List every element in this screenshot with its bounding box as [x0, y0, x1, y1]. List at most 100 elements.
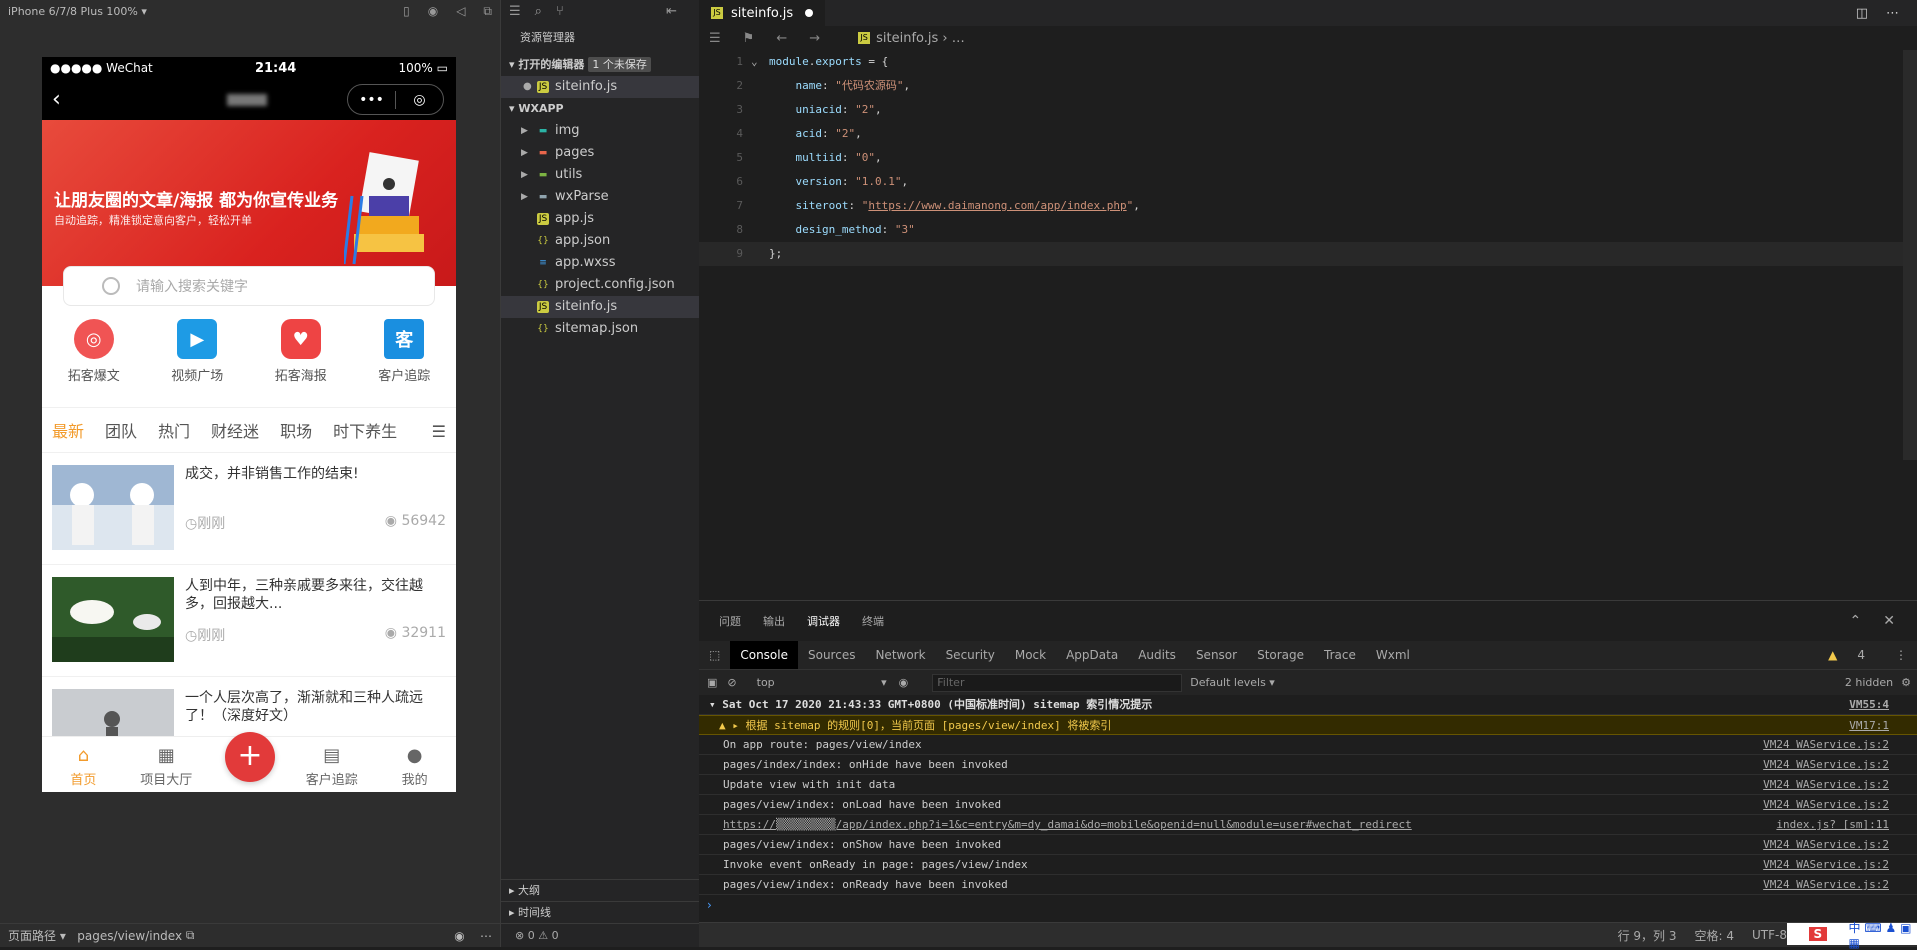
message-source-link[interactable]: VM24 WAService.js:2: [1763, 755, 1889, 775]
more-icon[interactable]: ⋮: [1885, 641, 1917, 669]
devtools-tab-sources[interactable]: Sources: [798, 641, 865, 669]
tabbar-mine[interactable]: ●我的: [373, 737, 456, 792]
devtools-tab-trace[interactable]: Trace: [1314, 641, 1366, 669]
devtools-tab-storage[interactable]: Storage: [1247, 641, 1314, 669]
file-tree-item[interactable]: ▶▬img: [501, 120, 699, 142]
message-source-link[interactable]: VM24 WAService.js:2: [1763, 795, 1889, 815]
editor-tab[interactable]: JS siteinfo.js: [699, 0, 825, 26]
file-tree-item[interactable]: JSapp.js: [501, 208, 699, 230]
message-text[interactable]: https://▒▒▒▒▒▒▒▒▒/app/index.php?i=1&c=en…: [723, 818, 1412, 831]
message-source-link[interactable]: VM24 WAService.js:2: [1763, 835, 1889, 855]
message-source-link[interactable]: VM24 WAService.js:2: [1763, 735, 1889, 755]
timeline-section[interactable]: ▸ 时间线: [501, 901, 700, 923]
more-icon[interactable]: ⋯: [480, 929, 492, 943]
gear-icon[interactable]: ⚙: [1901, 676, 1911, 689]
branch-icon[interactable]: ⑂: [556, 4, 564, 19]
list-item[interactable]: 成交，并非销售工作的结束! ◷刚刚 ◉ 56942: [42, 453, 456, 565]
outline-section[interactable]: ▸ 大纲: [501, 879, 700, 901]
code-line[interactable]: 1⌄module.exports = {: [699, 50, 1917, 74]
console-prompt[interactable]: ›: [699, 895, 1917, 915]
split-editor-icon[interactable]: ◫: [1856, 6, 1868, 21]
chevron-up-icon[interactable]: ⌃: [1850, 613, 1862, 629]
quick-entry-item[interactable]: 客客户追踪: [353, 319, 457, 384]
tab-hot[interactable]: 热门: [158, 418, 190, 442]
vertical-scrollbar[interactable]: [1903, 50, 1917, 460]
tab-problems[interactable]: 问题: [719, 613, 741, 629]
banner[interactable]: 让朋友圈的文章/海报 都为你宣传业务 自动追踪，精准锁定意向客户，轻松开单: [42, 120, 456, 286]
list-icon[interactable]: ☰: [509, 4, 521, 19]
tabbar-projects[interactable]: ▦项目大厅: [125, 737, 208, 792]
tabbar-customers[interactable]: ▤客户追踪: [290, 737, 373, 792]
tab-career[interactable]: 职场: [280, 418, 312, 442]
message-source-link[interactable]: VM24 WAService.js:2: [1763, 855, 1889, 875]
filter-input[interactable]: Filter: [932, 674, 1182, 692]
file-tree-item[interactable]: {}project.config.json: [501, 274, 699, 296]
tab-team[interactable]: 团队: [105, 418, 137, 442]
search-icon[interactable]: ⌕: [535, 4, 542, 19]
device-selector[interactable]: iPhone 6/7/8 Plus 100%: [8, 5, 138, 18]
file-tree-item[interactable]: ≡app.wxss: [501, 252, 699, 274]
arrow-right-icon[interactable]: →: [809, 31, 820, 46]
window-icon[interactable]: ⧉: [483, 4, 492, 19]
cursor-position[interactable]: 行 9，列 3: [1618, 927, 1677, 944]
fold-icon[interactable]: ⌄: [751, 50, 758, 74]
encoding[interactable]: UTF-8: [1752, 928, 1787, 942]
file-tree-item[interactable]: ▶▬pages: [501, 142, 699, 164]
open-editor-item[interactable]: ● JS siteinfo.js: [501, 76, 699, 98]
close-icon[interactable]: ✕: [1883, 613, 1895, 629]
message-source-link[interactable]: VM55:4: [1849, 695, 1889, 715]
collapse-icon[interactable]: ⇤: [666, 4, 677, 19]
warning-count[interactable]: ▲4: [1808, 641, 1885, 669]
message-source-link[interactable]: VM24 WAService.js:2: [1763, 875, 1889, 895]
quick-entry-item[interactable]: ♥拓客海报: [249, 319, 353, 384]
unsaved-dot-icon[interactable]: [805, 9, 813, 17]
file-tree-item[interactable]: ▶▬utils: [501, 164, 699, 186]
code-line[interactable]: 7 siteroot: "https://www.daimanong.com/a…: [699, 194, 1917, 218]
indentation[interactable]: 空格: 4: [1695, 927, 1735, 944]
code-line[interactable]: 9};: [699, 242, 1917, 266]
page-path-label[interactable]: 页面路径: [8, 927, 56, 944]
list-icon[interactable]: ☰: [709, 31, 721, 46]
inspect-icon[interactable]: ⬚: [699, 641, 730, 669]
more-icon[interactable]: ⋯: [1886, 6, 1899, 21]
tab-latest[interactable]: 最新: [52, 418, 84, 442]
message-source-link[interactable]: index.js? [sm]:11: [1776, 815, 1889, 835]
tabbar-home[interactable]: ⌂首页: [42, 737, 125, 792]
open-editors-section[interactable]: ▾ 打开的编辑器1 个未保存: [501, 54, 699, 76]
copy-icon[interactable]: ⧉: [182, 928, 194, 943]
devtools-tab-console[interactable]: Console: [730, 641, 798, 669]
clear-console-icon[interactable]: ⊘: [727, 676, 736, 689]
file-tree-item[interactable]: {}app.json: [501, 230, 699, 252]
code-line[interactable]: 8 design_method: "3": [699, 218, 1917, 242]
breadcrumb-more[interactable]: …: [952, 31, 965, 46]
code-line[interactable]: 2 name: "代码农源码",: [699, 74, 1917, 98]
sidebar-toggle-icon[interactable]: ▣: [707, 676, 717, 689]
add-button[interactable]: +: [225, 732, 275, 782]
sound-icon[interactable]: ◁: [456, 4, 465, 18]
file-tree-item[interactable]: {}sitemap.json: [501, 318, 699, 340]
problems-status[interactable]: ⊗ 0 ⚠ 0: [501, 923, 700, 947]
chevron-down-icon[interactable]: ▾: [56, 929, 77, 943]
context-select[interactable]: top▾: [757, 676, 887, 689]
devtools-tab-network[interactable]: Network: [865, 641, 935, 669]
phone-icon[interactable]: ▯: [403, 4, 410, 18]
back-icon[interactable]: ‹: [52, 87, 61, 112]
file-tree-item[interactable]: ▶▬wxParse: [501, 186, 699, 208]
eye-icon[interactable]: ◉: [454, 929, 480, 943]
message-source-link[interactable]: VM24 WAService.js:2: [1763, 775, 1889, 795]
code-line[interactable]: 5 multiid: "0",: [699, 146, 1917, 170]
category-menu-icon[interactable]: ☰: [432, 422, 446, 441]
arrow-left-icon[interactable]: ←: [776, 31, 787, 46]
levels-select[interactable]: Default levels ▾: [1190, 676, 1275, 689]
quick-entry-item[interactable]: ▶视频广场: [146, 319, 250, 384]
code-line[interactable]: 6 version: "1.0.1",: [699, 170, 1917, 194]
tab-terminal[interactable]: 终端: [862, 613, 884, 629]
ime-toolbar[interactable]: S中 ⌨ ♟ ▣ ▦: [1787, 923, 1917, 945]
message-source-link[interactable]: VM17:1: [1849, 716, 1889, 736]
bookmark-icon[interactable]: ⚑: [743, 31, 755, 46]
devtools-tab-appdata[interactable]: AppData: [1056, 641, 1128, 669]
devtools-tab-mock[interactable]: Mock: [1005, 641, 1056, 669]
breadcrumb-file[interactable]: siteinfo.js: [876, 31, 938, 46]
eye-icon[interactable]: ◉: [899, 676, 909, 689]
tab-health[interactable]: 时下养生: [333, 418, 397, 442]
